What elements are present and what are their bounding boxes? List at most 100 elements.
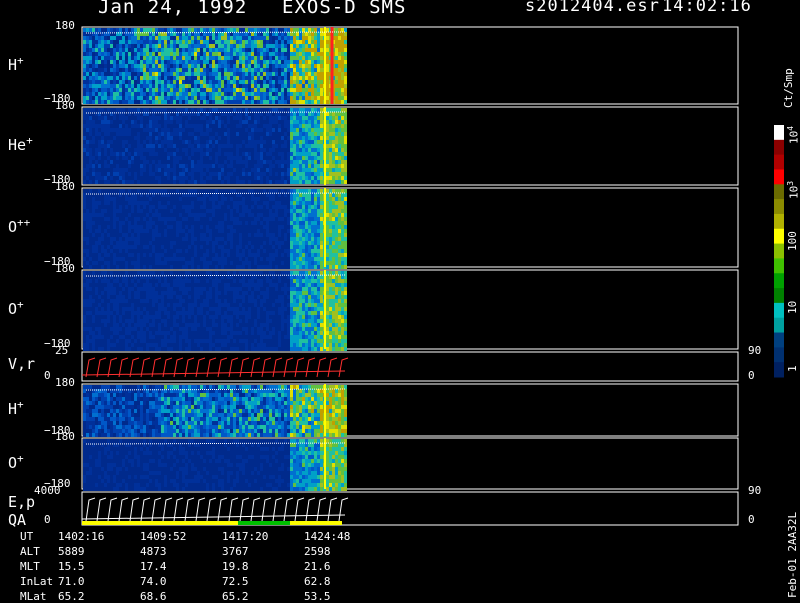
heatmap-cell (290, 92, 293, 96)
heatmap-cell (302, 92, 305, 96)
heatmap-cell (251, 237, 254, 241)
heatmap-cell (260, 233, 263, 237)
heatmap-cell (320, 56, 323, 60)
heatmap-cell (152, 237, 155, 241)
heatmap-cell (239, 64, 242, 68)
heatmap-cell (83, 152, 86, 156)
heatmap-cell (170, 221, 173, 225)
heatmap-cell (158, 172, 161, 176)
heatmap-cell (254, 140, 257, 144)
heatmap-cell (251, 221, 254, 225)
heatmap-cell (191, 241, 194, 245)
heatmap-cell (119, 197, 122, 201)
heatmap-cell (236, 72, 239, 76)
heatmap-cell (317, 225, 320, 229)
heatmap-cell (197, 217, 200, 221)
heatmap-cell (341, 156, 344, 160)
heatmap-cell (119, 156, 122, 160)
heatmap-cell (260, 44, 263, 48)
heatmap-cell (209, 257, 212, 261)
heatmap-cell (128, 92, 131, 96)
heatmap-cell (239, 168, 242, 172)
heatmap-cell (161, 176, 164, 180)
heatmap-cell (242, 164, 245, 168)
heatmap-cell (140, 265, 143, 269)
heatmap-cell (83, 213, 86, 217)
heatmap-cell (89, 180, 92, 184)
heatmap-cell (146, 52, 149, 56)
heatmap-cell (290, 80, 293, 84)
heatmap-cell (305, 76, 308, 80)
heatmap-cell (113, 60, 116, 64)
heatmap-cell (281, 241, 284, 245)
heatmap-cell (98, 176, 101, 180)
heatmap-cell (146, 164, 149, 168)
heatmap-cell (212, 168, 215, 172)
heatmap-cell (209, 100, 212, 104)
heatmap-cell (179, 52, 182, 56)
heatmap-cell (140, 172, 143, 176)
heatmap-cell (107, 249, 110, 253)
heatmap-cell (275, 221, 278, 225)
heatmap-cell (251, 213, 254, 217)
heatmap-cell (239, 197, 242, 201)
heatmap-cell (230, 124, 233, 128)
heatmap-cell (296, 124, 299, 128)
heatmap-cell (191, 40, 194, 44)
heatmap-cell (164, 44, 167, 48)
heatmap-cell (95, 144, 98, 148)
heatmap-cell (140, 80, 143, 84)
heatmap-cell (314, 189, 317, 193)
heatmap-cell (92, 261, 95, 265)
heatmap-cell (260, 160, 263, 164)
heatmap-cell (233, 261, 236, 265)
heatmap-cell (284, 60, 287, 64)
heatmap-cell (341, 136, 344, 140)
heatmap-cell (86, 241, 89, 245)
heatmap-cell (191, 116, 194, 120)
heatmap-cell (278, 257, 281, 261)
heatmap-cell (197, 56, 200, 60)
heatmap-cell (191, 120, 194, 124)
heatmap-cell (179, 44, 182, 48)
heatmap-cell (242, 60, 245, 64)
heatmap-cell (233, 189, 236, 193)
heatmap-cell (278, 164, 281, 168)
heatmap-cell (281, 120, 284, 124)
heatmap-cell (131, 176, 134, 180)
heatmap-cell (113, 144, 116, 148)
heatmap-cell (143, 180, 146, 184)
heatmap-cell (239, 96, 242, 100)
heatmap-cell (146, 40, 149, 44)
heatmap-cell (182, 48, 185, 52)
heatmap-cell (254, 152, 257, 156)
heatmap-cell (308, 221, 311, 225)
heatmap-cell (281, 152, 284, 156)
heatmap-cell (284, 180, 287, 184)
heatmap-cell (89, 132, 92, 136)
heatmap-cell (257, 253, 260, 257)
heatmap-cell (290, 225, 293, 229)
heatmap-cell (233, 237, 236, 241)
heatmap-cell (257, 56, 260, 60)
heatmap-cell (134, 132, 137, 136)
heatmap-cell (260, 52, 263, 56)
heatmap-cell (137, 120, 140, 124)
heatmap-cell (296, 253, 299, 257)
heatmap-cell (326, 172, 329, 176)
heatmap-cell (116, 164, 119, 168)
heatmap-cell (272, 68, 275, 72)
heatmap-cell (311, 205, 314, 209)
heatmap-cell (155, 116, 158, 120)
heatmap-cell (317, 80, 320, 84)
heatmap-cell (143, 76, 146, 80)
heatmap-cell (311, 116, 314, 120)
heatmap-cell (176, 120, 179, 124)
heatmap-cell (242, 168, 245, 172)
heatmap-cell (95, 80, 98, 84)
heatmap-cell (230, 140, 233, 144)
heatmap-cell (158, 233, 161, 237)
heatmap-cell (335, 60, 338, 64)
heatmap-cell (281, 229, 284, 233)
heatmap-cell (296, 96, 299, 100)
